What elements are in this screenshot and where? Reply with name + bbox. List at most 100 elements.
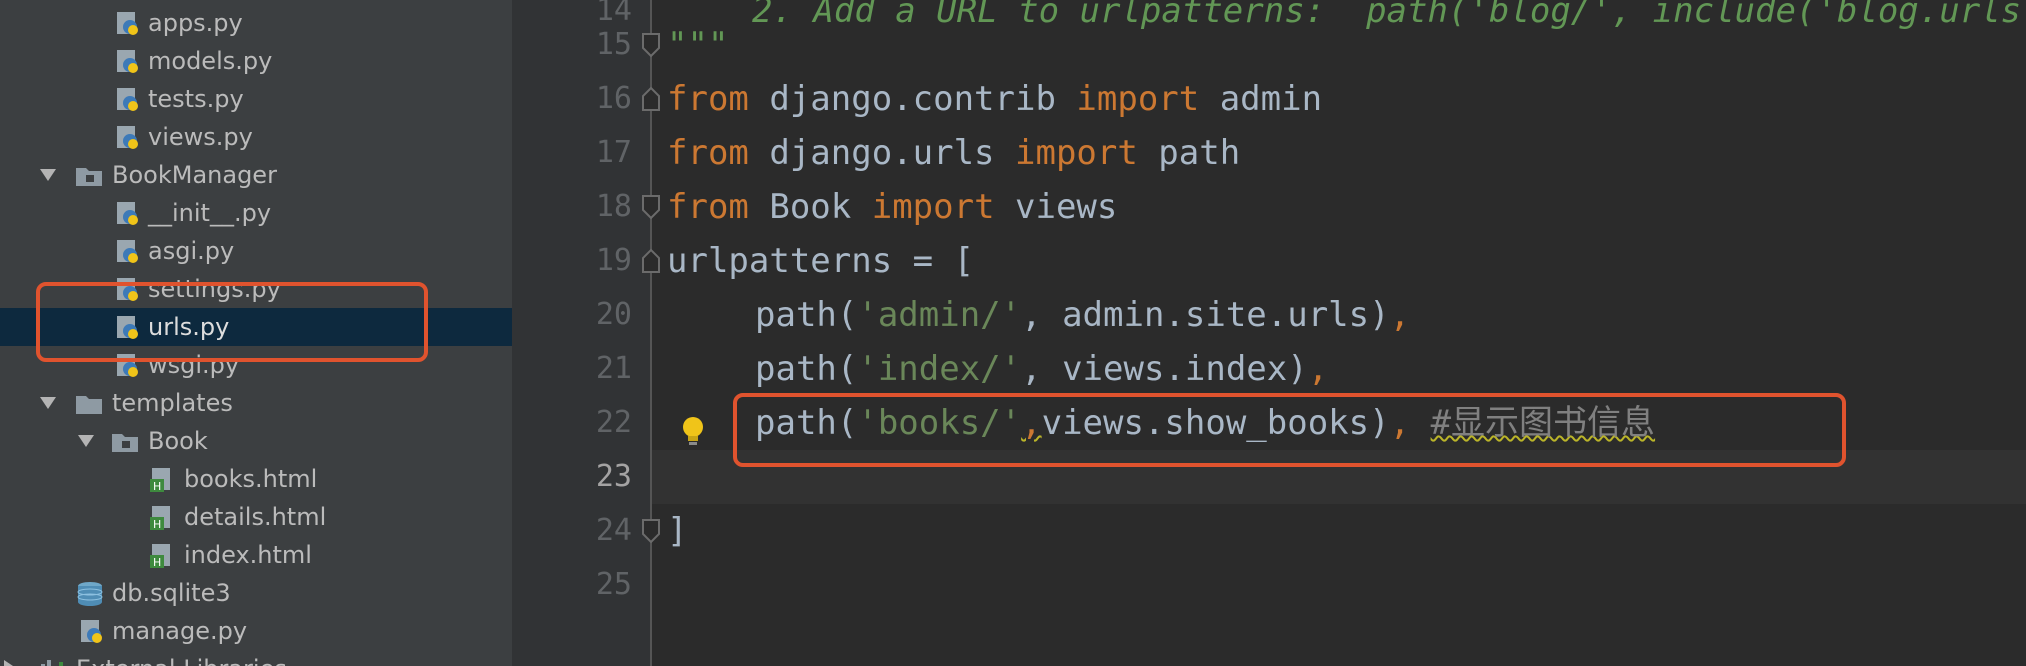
tree-item-details-html[interactable]: H details.html [0, 498, 512, 536]
tree-item-label: apps.py [148, 9, 243, 37]
keyword: from [667, 133, 749, 173]
folder-icon [76, 396, 102, 414]
tree-item-label: models.py [148, 47, 273, 75]
html-file-icon: H [150, 506, 170, 531]
code-line-16[interactable]: from django.contrib import admin [667, 72, 1322, 126]
tree-item-label: __init__.py [148, 199, 272, 227]
tree-item-asgi-py[interactable]: asgi.py [0, 232, 512, 270]
code-text: Book [748, 187, 872, 227]
code-text: views [994, 187, 1118, 227]
expand-arrow-icon[interactable] [78, 435, 94, 447]
code-text: path [1137, 133, 1241, 173]
fold-start-icon[interactable] [640, 246, 662, 276]
tree-item-init-py[interactable]: __init__.py [0, 194, 512, 232]
line-number-gutter: 14 15 16 17 18 19 20 21 22 23 24 25 [512, 0, 652, 666]
fold-start-icon[interactable] [640, 84, 662, 114]
code-text: , views.index) [1021, 349, 1308, 389]
tree-item-index-html[interactable]: H index.html [0, 536, 512, 574]
tree-item-external-libraries[interactable]: External Libraries [0, 650, 512, 666]
keyword: from [667, 187, 749, 227]
keyword: import [1015, 133, 1138, 173]
fold-end-icon [642, 33, 660, 58]
tree-item-label: manage.py [112, 617, 248, 645]
line-number: 16 [595, 81, 632, 116]
folder-icon [112, 434, 138, 452]
comma: , [1307, 349, 1329, 389]
lightbulb-icon[interactable] [680, 415, 706, 449]
code-text: , admin.site.urls) [1021, 295, 1390, 335]
tree-folder-book[interactable]: Book [0, 422, 512, 460]
code-text: django.urls [748, 133, 1015, 173]
database-icon [77, 582, 103, 606]
string-literal: 'index/' [857, 349, 1022, 389]
docstring-close: """ [667, 25, 729, 65]
tree-folder-bookmanager[interactable]: BookManager [0, 156, 512, 194]
python-file-icon [117, 12, 138, 35]
tree-item-label: templates [112, 389, 233, 417]
svg-text:H: H [153, 518, 161, 531]
python-file-icon [117, 88, 138, 111]
comma: , [1389, 295, 1411, 335]
python-file-icon [117, 202, 138, 225]
code-line-21[interactable]: path('index/', views.index), [755, 342, 1328, 396]
line-number: 25 [595, 567, 632, 602]
line-number: 20 [595, 297, 632, 332]
code-line-18[interactable]: from Book import views [667, 180, 1117, 234]
tree-item-db-sqlite3[interactable]: db.sqlite3 [0, 574, 512, 612]
collapse-arrow-icon[interactable] [4, 660, 16, 666]
line-number: 15 [595, 27, 632, 62]
code-text: ] [667, 511, 688, 551]
code-line-24[interactable]: ] [667, 504, 687, 558]
tree-folder-templates[interactable]: templates [0, 384, 512, 422]
folder-icon [76, 168, 102, 186]
tree-item-label: tests.py [148, 85, 244, 113]
tree-item-apps-py[interactable]: apps.py [0, 4, 512, 42]
tree-item-label: index.html [184, 541, 312, 569]
code-line-20[interactable]: path('admin/', admin.site.urls), [755, 288, 1410, 342]
tree-item-label: views.py [148, 123, 253, 151]
tree-item-label: Book [148, 427, 208, 455]
line-number: 22 [595, 405, 632, 440]
highlight-box-books-path [733, 393, 1846, 467]
code-line-14-partial: 2. Add a URL to urlpatterns: path('blog/… [752, 0, 2026, 31]
keyword: import [1076, 79, 1200, 119]
keyword: import [871, 187, 995, 227]
project-file-tree: apps.py models.py tests.py views.py Book… [0, 0, 512, 666]
tree-item-models-py[interactable]: models.py [0, 42, 512, 80]
tree-item-label: External Libraries [76, 654, 287, 666]
tree-item-manage-py[interactable]: manage.py [0, 612, 512, 650]
line-number: 19 [595, 243, 632, 278]
svg-text:H: H [153, 480, 161, 493]
expand-arrow-icon[interactable] [40, 169, 56, 181]
tree-item-label: asgi.py [148, 237, 235, 265]
python-file-icon [117, 240, 138, 263]
line-number-current: 23 [595, 459, 632, 494]
tree-item-label: BookManager [112, 161, 277, 189]
tree-item-tests-py[interactable]: tests.py [0, 80, 512, 118]
python-file-icon [117, 50, 138, 73]
code-line-19[interactable]: urlpatterns = [ [667, 234, 974, 288]
html-file-icon: H [150, 468, 170, 493]
tree-item-views-py[interactable]: views.py [0, 118, 512, 156]
code-text: admin [1199, 79, 1323, 119]
code-text: django.contrib [748, 79, 1077, 119]
tree-item-label: details.html [184, 503, 327, 531]
tree-item-label: db.sqlite3 [112, 579, 231, 607]
line-number: 18 [595, 189, 632, 224]
svg-text:H: H [153, 556, 161, 569]
code-line-15[interactable]: """ [667, 18, 728, 72]
fold-end-icon [642, 519, 660, 544]
code-text: path( [755, 295, 858, 335]
string-literal: 'admin/' [857, 295, 1022, 335]
tree-item-books-html[interactable]: H books.html [0, 460, 512, 498]
python-file-icon [117, 126, 138, 149]
code-text: path( [755, 349, 858, 389]
html-file-icon: H [150, 544, 170, 569]
expand-arrow-icon[interactable] [40, 397, 56, 409]
highlight-box-urls-file [36, 282, 428, 362]
line-number: 17 [595, 135, 632, 170]
library-icon [41, 660, 63, 666]
code-line-17[interactable]: from django.urls import path [667, 126, 1240, 180]
line-number: 21 [595, 351, 632, 386]
tree-item-label: books.html [184, 465, 318, 493]
